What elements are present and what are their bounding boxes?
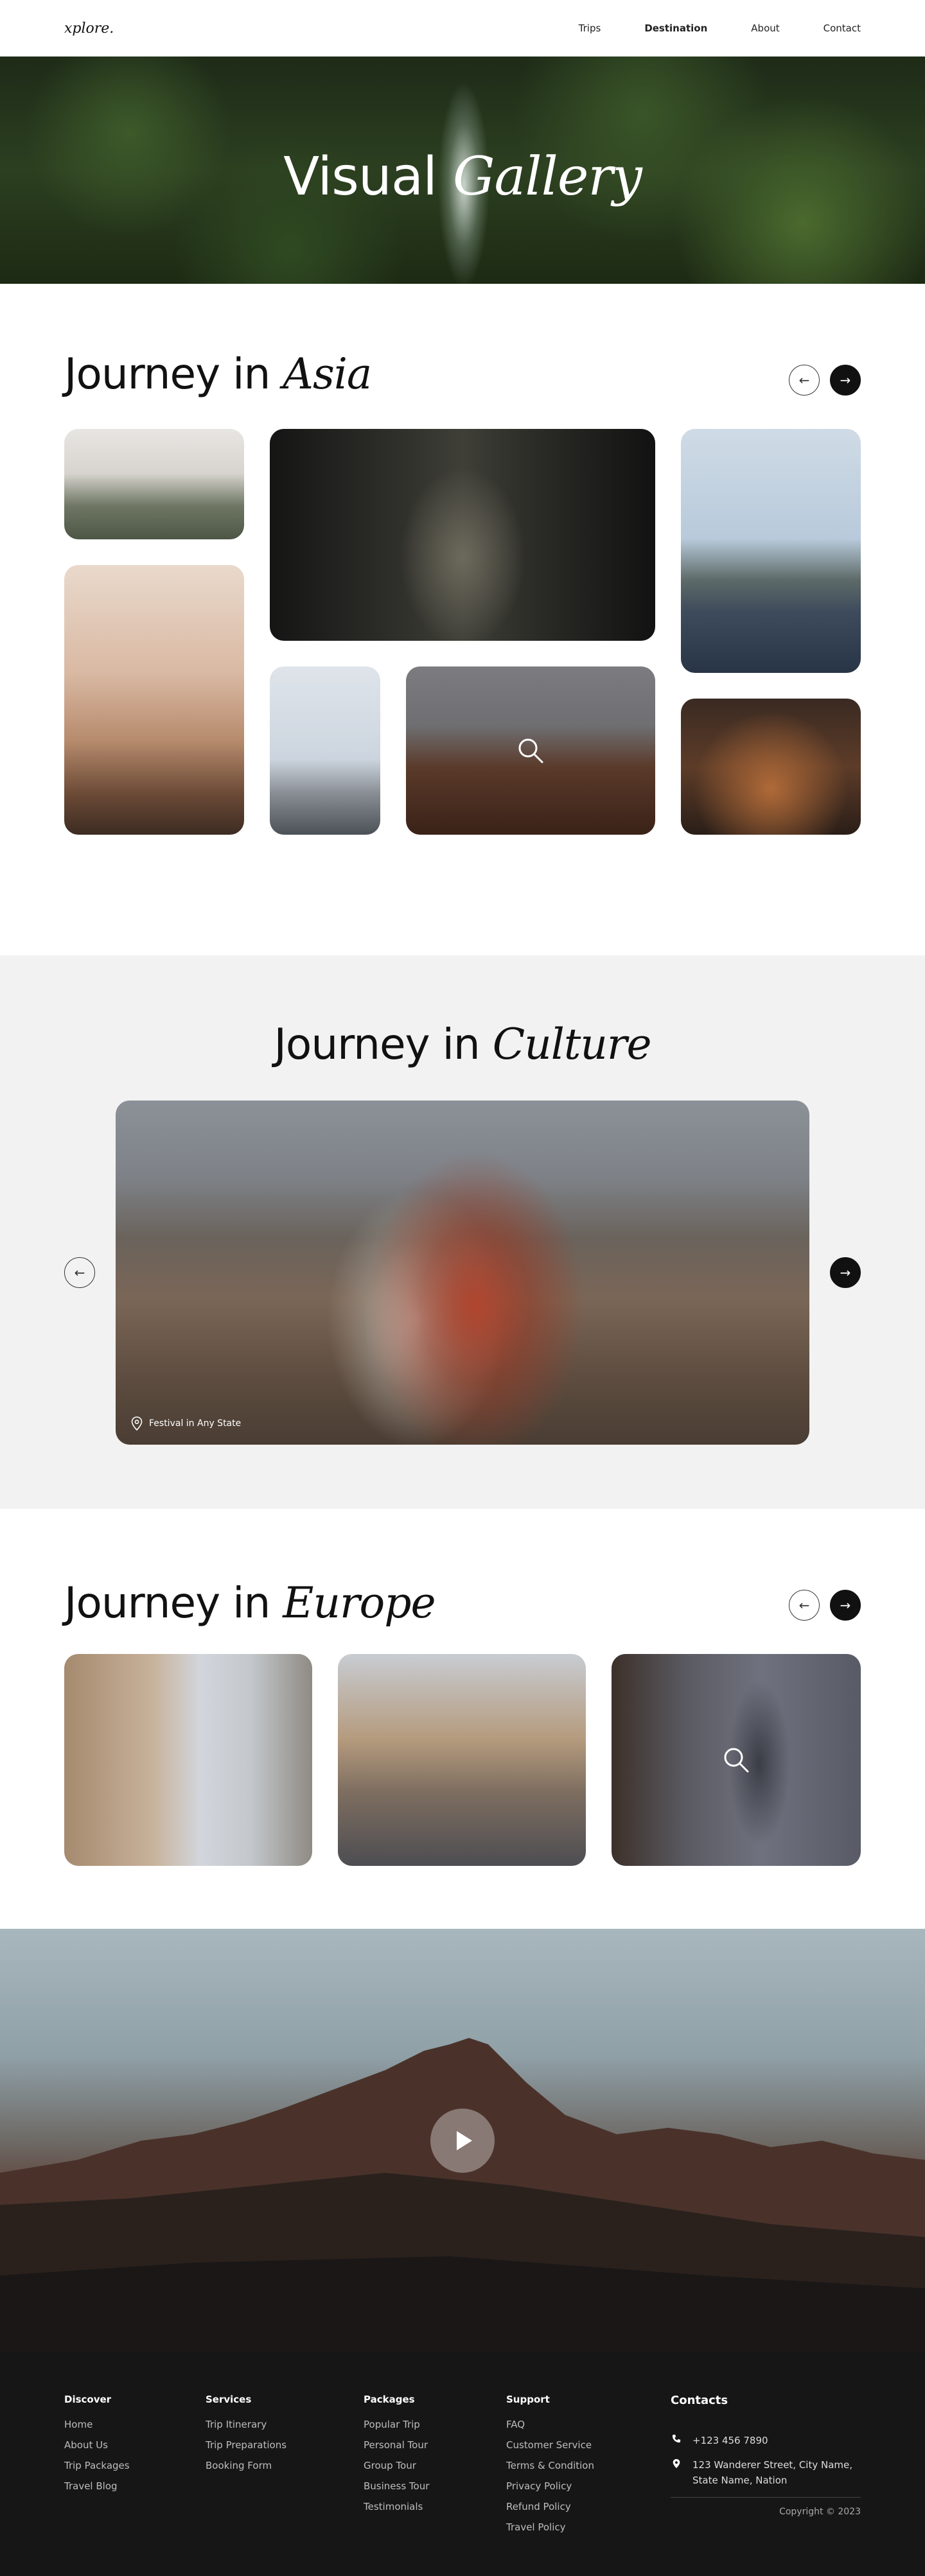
footer-link[interactable]: Travel Blog [64, 2476, 130, 2496]
footer-link[interactable]: Privacy Policy [506, 2476, 594, 2496]
asia-photo-boats-lake[interactable] [681, 429, 861, 673]
footer-col-support: Support FAQ Customer Service Terms & Con… [506, 2394, 594, 2537]
nav-link-contact[interactable]: Contact [824, 22, 861, 34]
navbar: xplore. Trips Destination About Contact [0, 0, 925, 57]
footer-link[interactable]: Trip Itinerary [206, 2414, 286, 2435]
asia-arrows: ← → [789, 365, 861, 396]
asia-title-italic: Asia [283, 349, 372, 399]
culture-title-italic: Culture [492, 1020, 652, 1069]
footer-heading-services: Services [206, 2394, 252, 2405]
location-pin-icon [673, 2459, 680, 2469]
culture-photo[interactable]: Festival in Any State [116, 1101, 809, 1445]
play-icon [457, 2131, 472, 2150]
culture-title: Journey in Culture [0, 1020, 925, 1069]
footer-link[interactable]: Popular Trip [364, 2414, 429, 2435]
footer-link[interactable]: FAQ [506, 2414, 594, 2435]
europe-title: Journey in Europe [64, 1578, 436, 1628]
copyright: Copyright © 2023 [779, 2507, 861, 2517]
hero-title-italic: Gallery [452, 146, 642, 207]
contact-phone[interactable]: +123 456 7890 [692, 2433, 768, 2448]
nav-link-destination[interactable]: Destination [644, 22, 707, 34]
footer-divider [671, 2497, 861, 2498]
footer-link[interactable]: Trip Packages [64, 2455, 130, 2476]
europe-prev-button[interactable]: ← [789, 1590, 820, 1621]
location-pin-icon [131, 1416, 143, 1431]
hero-banner: Visual Gallery [0, 57, 925, 284]
logo[interactable]: xplore. [64, 21, 114, 37]
asia-photo-temple-roofs[interactable] [406, 666, 655, 835]
culture-prev-button[interactable]: ← [64, 1257, 95, 1288]
search-icon[interactable] [722, 1746, 750, 1774]
culture-next-button[interactable]: → [830, 1257, 861, 1288]
search-icon[interactable] [516, 736, 545, 765]
footer-contacts: Contacts +123 456 7890 123 Wanderer Stre… [671, 2394, 861, 2517]
contact-address: 123 Wanderer Street, City Name, State Na… [692, 2459, 853, 2486]
footer-link[interactable]: Refund Policy [506, 2496, 594, 2517]
contact-address-row: 123 Wanderer Street, City Name, State Na… [671, 2457, 861, 2488]
play-video-button[interactable] [430, 2109, 495, 2173]
europe-next-button[interactable]: → [830, 1590, 861, 1621]
phone-icon [672, 2434, 681, 2443]
culture-section: Journey in Culture ← Festival in Any Sta… [0, 955, 925, 1509]
hero-title: Visual Gallery [0, 146, 925, 207]
footer-link[interactable]: Testimonials [364, 2496, 429, 2517]
footer-heading-packages: Packages [364, 2394, 415, 2405]
europe-title-plain: Journey in [64, 1578, 270, 1628]
footer-link[interactable]: Group Tour [364, 2455, 429, 2476]
footer-link[interactable]: Home [64, 2414, 130, 2435]
footer-link[interactable]: Personal Tour [364, 2435, 429, 2455]
europe-photo-eiffel-tower[interactable] [612, 1654, 861, 1866]
footer-link[interactable]: Business Tour [364, 2476, 429, 2496]
footer-link[interactable]: Terms & Condition [506, 2455, 594, 2476]
asia-photo-city-street[interactable] [681, 699, 861, 835]
footer-heading-contacts: Contacts [671, 2394, 728, 2407]
nav-link-trips[interactable]: Trips [579, 22, 601, 34]
europe-photo-prague-square[interactable] [64, 1654, 312, 1866]
asia-title: Journey in Asia [64, 349, 372, 399]
culture-title-plain: Journey in [274, 1020, 480, 1069]
asia-next-button[interactable]: → [830, 365, 861, 396]
europe-section: Journey in Europe ← → [0, 1509, 925, 1929]
europe-photo-tram-street[interactable] [338, 1654, 586, 1866]
europe-title-italic: Europe [283, 1578, 436, 1628]
video-banner [0, 1929, 925, 2353]
footer-link[interactable]: Travel Policy [506, 2517, 594, 2537]
footer-link[interactable]: About Us [64, 2435, 130, 2455]
culture-caption: Festival in Any State [131, 1416, 241, 1431]
asia-photo-kimono-street[interactable] [270, 429, 655, 641]
asia-photo-mosque[interactable] [270, 666, 380, 835]
footer-col-packages: Packages Popular Trip Personal Tour Grou… [364, 2394, 429, 2517]
footer-link[interactable]: Trip Preparations [206, 2435, 286, 2455]
asia-title-plain: Journey in [64, 349, 270, 399]
culture-caption-text: Festival in Any State [149, 1418, 242, 1429]
footer-heading-support: Support [506, 2394, 550, 2405]
footer-heading-discover: Discover [64, 2394, 112, 2405]
nav-links: Trips Destination About Contact [535, 22, 861, 34]
europe-arrows: ← → [789, 1590, 861, 1621]
hero-title-plain: Visual [283, 146, 437, 207]
footer-link[interactable]: Customer Service [506, 2435, 594, 2455]
footer: Discover Home About Us Trip Packages Tra… [0, 2353, 925, 2576]
footer-link[interactable]: Booking Form [206, 2455, 286, 2476]
asia-photo-minaret-town[interactable] [64, 565, 244, 835]
contact-phone-row: +123 456 7890 [671, 2433, 861, 2448]
nav-link-about[interactable]: About [751, 22, 779, 34]
footer-col-discover: Discover Home About Us Trip Packages Tra… [64, 2394, 130, 2496]
asia-photo-pagoda[interactable] [64, 429, 244, 539]
footer-col-services: Services Trip Itinerary Trip Preparation… [206, 2394, 286, 2476]
asia-prev-button[interactable]: ← [789, 365, 820, 396]
asia-section: Journey in Asia ← → [0, 284, 925, 955]
